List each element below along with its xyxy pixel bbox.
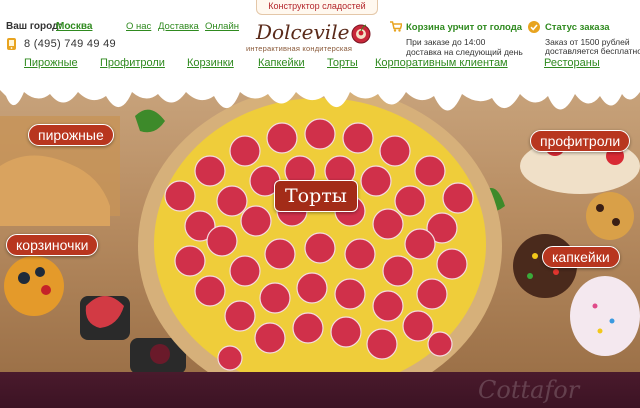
- city-selector[interactable]: Москва: [56, 21, 92, 32]
- order-status-link[interactable]: Статус заказа: [545, 22, 610, 33]
- hero-food-illustration: [0, 76, 640, 372]
- city-label: Ваш город:: [6, 21, 62, 32]
- logo-subtitle: интерактивная кондитерская: [246, 44, 353, 53]
- top-link-online[interactable]: Онлайн: [205, 21, 239, 32]
- nav-item-corporate[interactable]: Корпоративным клиентам: [375, 57, 508, 69]
- category-label-torty[interactable]: Торты: [274, 180, 358, 212]
- nav-item-restorany[interactable]: Рестораны: [544, 57, 600, 69]
- category-label-kapkeyki[interactable]: капкейки: [542, 246, 620, 268]
- category-label-pirozhnye[interactable]: пирожные: [28, 124, 114, 146]
- nav-item-torty[interactable]: Торты: [327, 57, 358, 69]
- cart-icon: [390, 21, 402, 32]
- phone-number[interactable]: 8 (495) 749 49 49: [24, 38, 116, 50]
- order-status-icon: [528, 21, 540, 33]
- site-logo[interactable]: Dolcevile интерактивная кондитерская: [246, 20, 376, 56]
- sweets-constructor-link[interactable]: Конструктор сладостей: [256, 0, 378, 15]
- cherry-cake-icon: [351, 24, 371, 44]
- category-label-korzinochki[interactable]: корзиночки: [6, 234, 99, 256]
- delivery-note-2: доставка на следующий день: [406, 47, 523, 57]
- nav-item-kapkeyki[interactable]: Капкейки: [258, 57, 305, 69]
- site-header: Конструктор сладостей Ваш город: Москва …: [0, 0, 640, 88]
- hero-banner: пирожные профитроли Торты корзиночки кап…: [0, 76, 640, 372]
- category-label-profitroli[interactable]: профитроли: [530, 130, 631, 152]
- phone-icon: [7, 38, 16, 50]
- delivery-note-1: При заказе до 14:00: [406, 37, 486, 47]
- cart-link[interactable]: Корзина урчит от голода: [406, 22, 522, 33]
- nav-item-profitroli[interactable]: Профитроли: [100, 57, 165, 69]
- free-delivery-note-2: доставляется бесплатно: [545, 46, 640, 56]
- nav-item-korzinki[interactable]: Корзинки: [187, 57, 234, 69]
- top-link-about[interactable]: О нас: [126, 21, 151, 32]
- footer-logo: Cottafor: [478, 376, 580, 404]
- logo-text: Dolcevile: [256, 20, 350, 44]
- main-nav: Пирожные Профитроли Корзинки Капкейки То…: [0, 57, 640, 75]
- top-link-delivery[interactable]: Доставка: [158, 21, 199, 32]
- nav-item-pirozhnye[interactable]: Пирожные: [24, 57, 78, 69]
